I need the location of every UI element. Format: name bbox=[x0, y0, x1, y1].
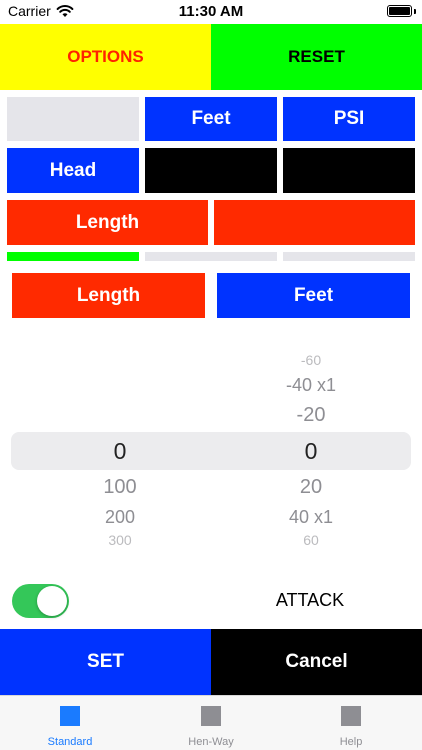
tab-bar: Standard Hen-Way Help bbox=[0, 695, 422, 750]
battery-icon bbox=[387, 5, 412, 17]
grid-cell-r2c2[interactable] bbox=[145, 148, 277, 193]
picker-right-item[interactable]: 60 bbox=[256, 532, 366, 545]
reset-button[interactable]: RESET bbox=[211, 24, 422, 90]
tab-help[interactable]: Help bbox=[281, 696, 421, 750]
length-unit-button[interactable]: Length bbox=[12, 273, 205, 318]
picker-right-item[interactable]: 40 x1 bbox=[256, 507, 366, 528]
tab-label: Standard bbox=[47, 736, 93, 748]
cancel-button[interactable]: Cancel bbox=[211, 629, 422, 695]
picker-right-item[interactable]: 20 bbox=[256, 476, 366, 499]
toggle-knob bbox=[37, 586, 67, 616]
grid-cell-r2c3[interactable] bbox=[283, 148, 415, 193]
status-bar: Carrier 11:30 AM bbox=[0, 0, 422, 24]
indicator-bar-2 bbox=[145, 252, 277, 261]
status-time: 11:30 AM bbox=[178, 3, 244, 20]
tab-label: Hen-Way bbox=[188, 736, 234, 748]
picker-left-item[interactable]: 200 bbox=[65, 507, 175, 528]
head-button[interactable]: Head bbox=[7, 148, 139, 193]
length-value-cell[interactable] bbox=[214, 200, 415, 245]
standard-tab-icon bbox=[60, 706, 80, 726]
tab-hen-way[interactable]: Hen-Way bbox=[141, 696, 281, 750]
grid-cell-r1c1[interactable] bbox=[7, 97, 139, 141]
feet-unit-button[interactable]: Feet bbox=[145, 97, 277, 141]
options-button[interactable]: OPTIONS bbox=[0, 24, 211, 90]
picker-left-item[interactable]: 300 bbox=[65, 532, 175, 545]
picker-left-item[interactable]: 100 bbox=[65, 476, 175, 499]
picker-right-item[interactable]: -20 bbox=[256, 404, 366, 427]
indicator-bar-3 bbox=[283, 252, 415, 261]
set-button[interactable]: SET bbox=[0, 629, 211, 695]
battery-cap bbox=[414, 9, 416, 14]
indicator-bar-1 bbox=[7, 252, 139, 261]
length-button[interactable]: Length bbox=[7, 200, 208, 245]
picker-right-item[interactable]: -60 bbox=[256, 352, 366, 366]
attack-toggle[interactable] bbox=[12, 584, 69, 618]
tab-label: Help bbox=[339, 736, 363, 748]
picker-left-selected[interactable]: 0 bbox=[65, 438, 175, 465]
tab-standard[interactable]: Standard bbox=[0, 696, 140, 750]
picker-right-item[interactable]: -40 x1 bbox=[256, 375, 366, 396]
help-tab-icon bbox=[341, 706, 361, 726]
picker-right-selected[interactable]: 0 bbox=[256, 438, 366, 465]
feet-button[interactable]: Feet bbox=[217, 273, 410, 318]
attack-label: ATTACK bbox=[275, 590, 345, 610]
psi-unit-button[interactable]: PSI bbox=[283, 97, 415, 141]
hen-way-tab-icon bbox=[201, 706, 221, 726]
